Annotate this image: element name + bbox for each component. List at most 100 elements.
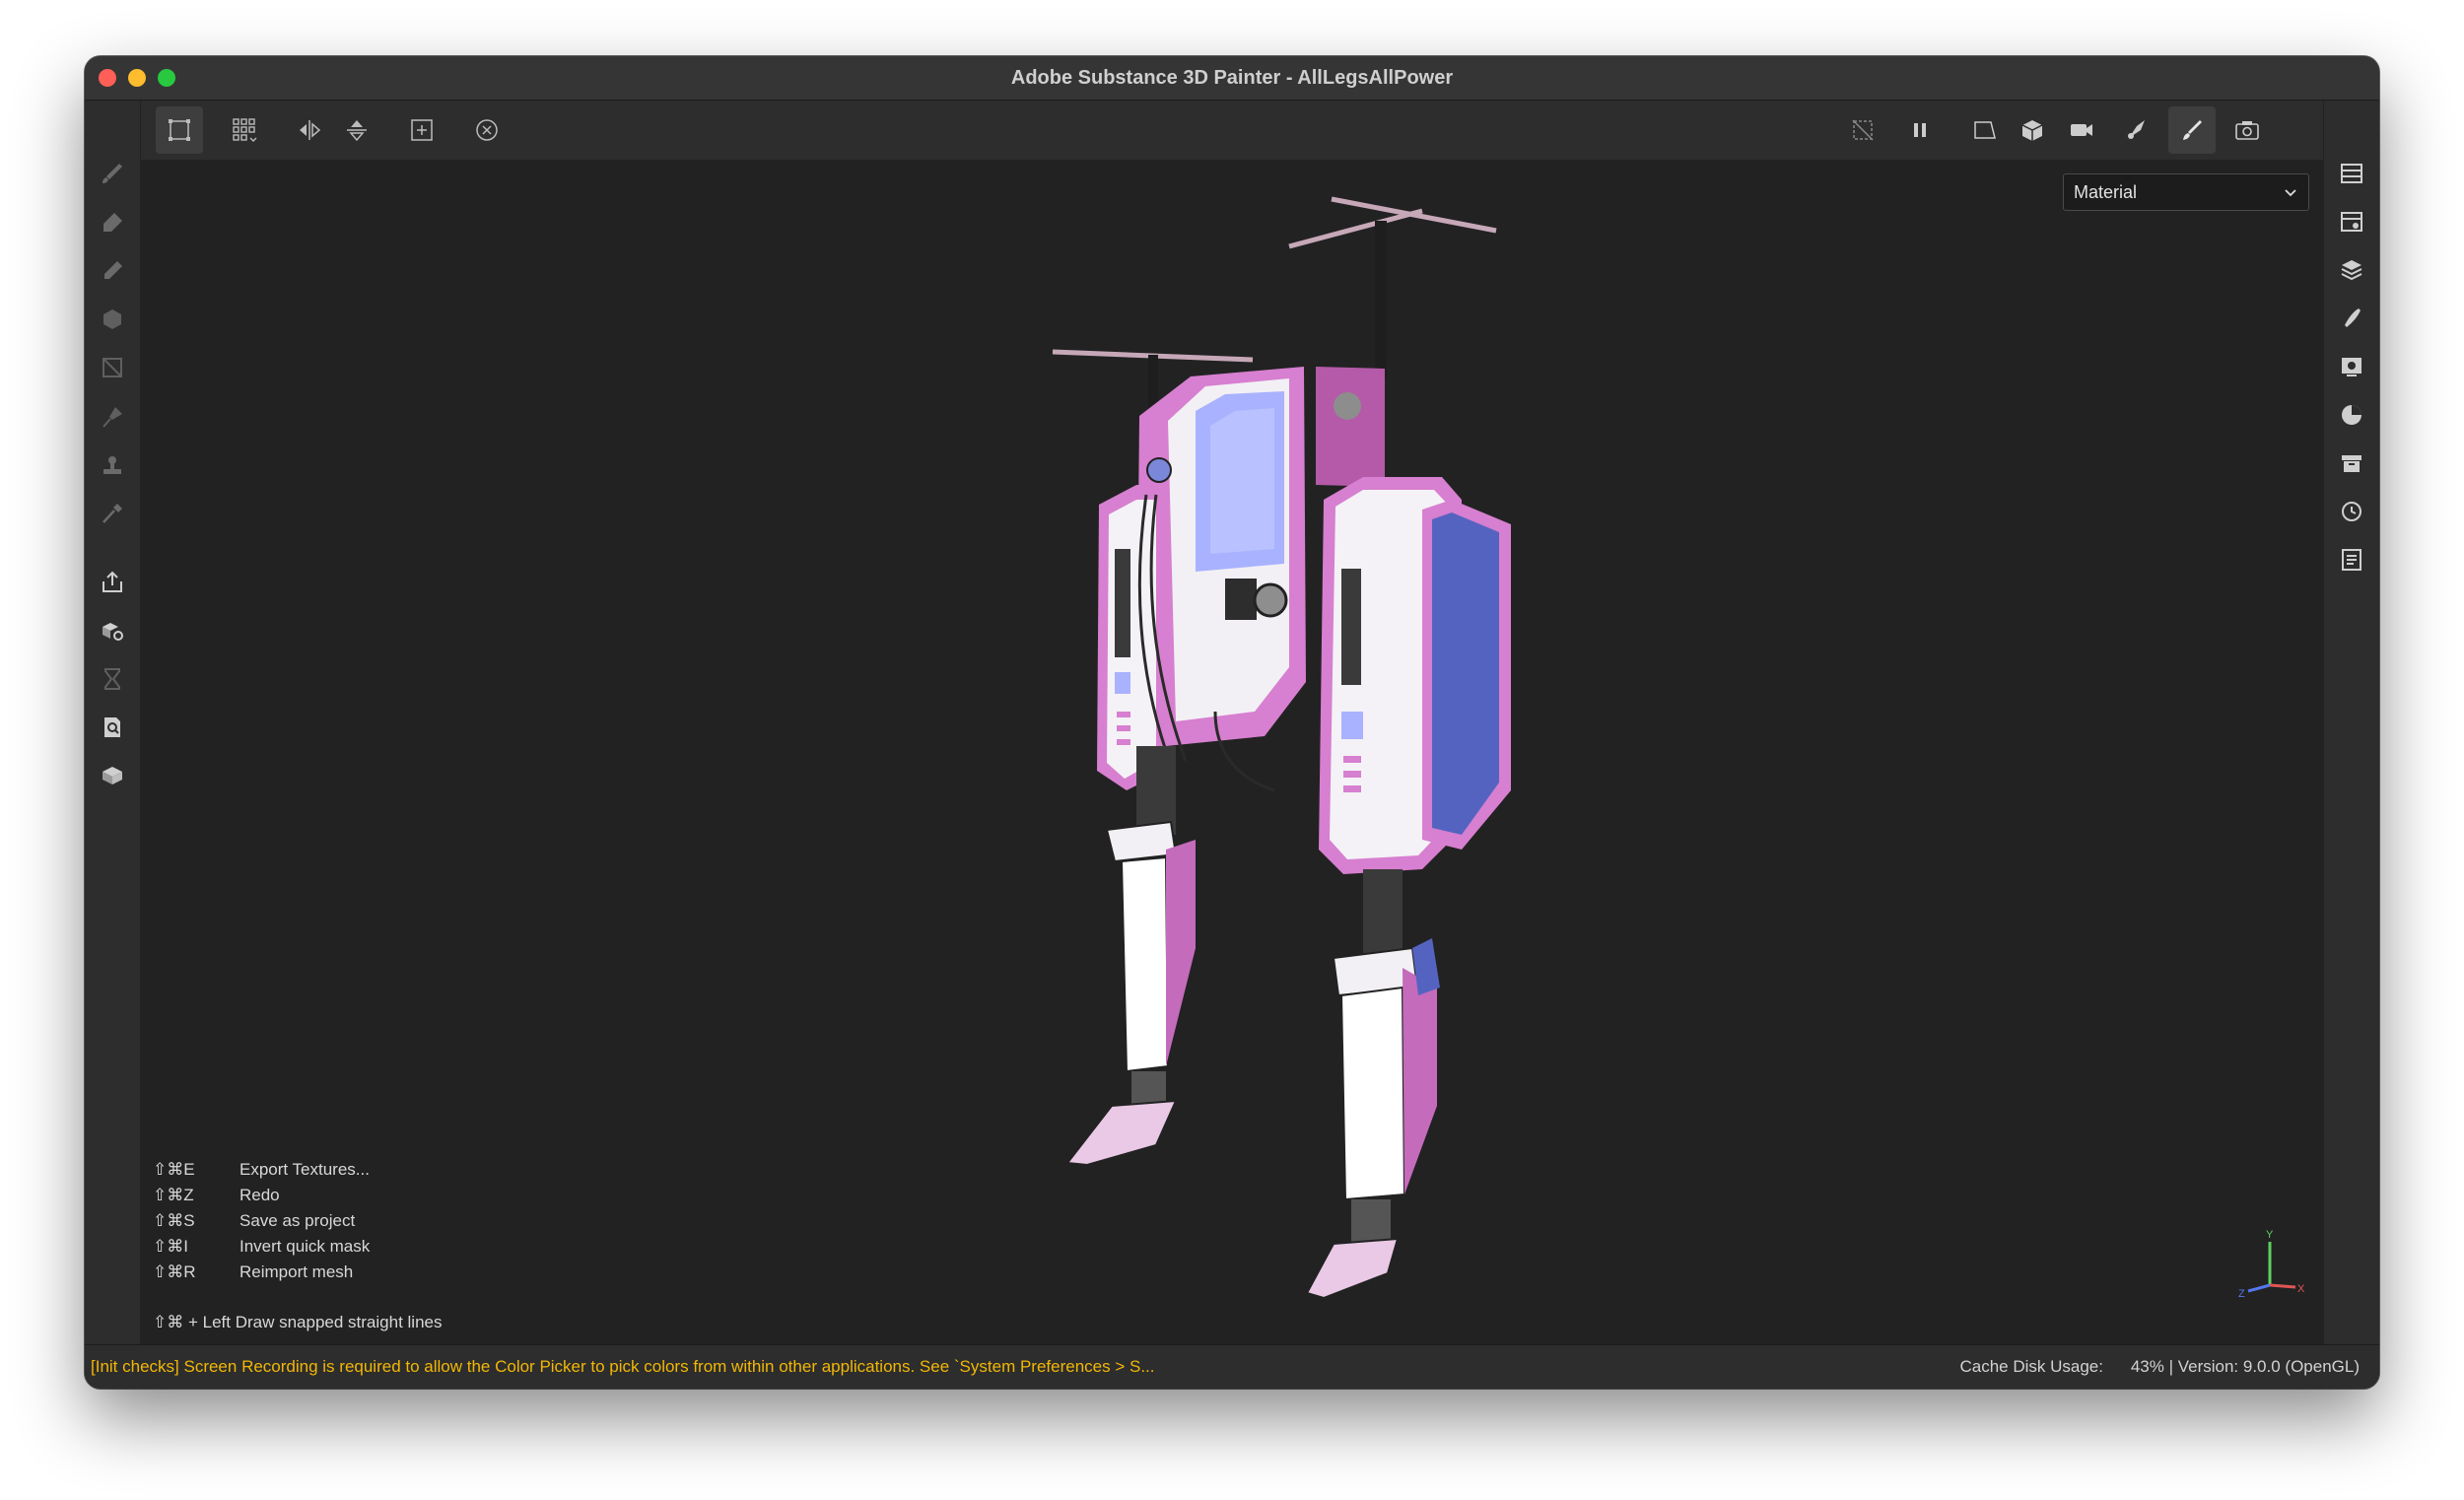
pause-icon	[1914, 123, 1926, 137]
grid-snap-icon	[233, 118, 257, 142]
symmetry-y-button[interactable]	[333, 106, 380, 154]
log-panel[interactable]	[2336, 544, 2367, 576]
hourglass-tool[interactable]	[97, 663, 128, 695]
properties-icon	[2345, 308, 2361, 327]
paint-tool[interactable]	[97, 158, 128, 189]
display-settings-panel[interactable]	[2336, 351, 2367, 382]
panels-sidebar	[2323, 101, 2379, 1345]
smudge-icon	[103, 407, 122, 428]
selection-mode-button[interactable]	[156, 106, 203, 154]
camera-button[interactable]	[2058, 106, 2105, 154]
texture-set-settings-icon	[2341, 212, 2362, 232]
symmetry-y-icon	[347, 120, 367, 142]
paint-mode-button[interactable]	[2168, 106, 2216, 154]
bake-tool[interactable]	[97, 615, 128, 647]
view-2d-button[interactable]	[1961, 106, 2009, 154]
uv-fill-icon	[103, 358, 122, 377]
window-title: Adobe Substance 3D Painter - AllLegsAllP…	[1010, 67, 1454, 89]
log-icon	[2342, 549, 2361, 571]
rotor-right	[1288, 196, 1497, 378]
material-box-tool[interactable]	[97, 760, 128, 791]
uv-fill-tool[interactable]	[97, 352, 128, 383]
axis-z-label: Z	[2238, 1288, 2245, 1300]
symmetry-x-button[interactable]	[286, 106, 333, 154]
polygon-fill-tool[interactable]	[97, 304, 128, 335]
title-bar: Adobe Substance 3D Painter - AllLegsAllP…	[85, 56, 2379, 101]
symmetry-x-icon	[300, 120, 321, 140]
texture-set-settings-panel[interactable]	[2336, 206, 2367, 238]
snap-lines-hint: ⇧⌘ + Left Draw snapped straight lines	[153, 1313, 443, 1331]
shader-settings-panel[interactable]	[2336, 399, 2367, 431]
eraser-tool[interactable]	[97, 207, 128, 239]
left-torso	[1097, 367, 1306, 792]
fit-viewport-button[interactable]	[398, 106, 445, 154]
tools-sidebar	[85, 101, 141, 1345]
color-picker-tool[interactable]	[97, 498, 128, 529]
bake-icon	[103, 623, 123, 641]
mech-legs-model	[1052, 196, 1511, 1300]
right-torso	[1319, 477, 1511, 874]
shortcut-key: ⇧⌘R	[153, 1262, 196, 1281]
screenshot-icon	[2235, 121, 2259, 140]
shortcut-label: Export Textures...	[240, 1160, 370, 1179]
view-2d-icon	[1974, 121, 1996, 139]
paint-brush-icon	[103, 164, 122, 183]
shortcut-key: ⇧⌘S	[153, 1211, 195, 1230]
left-leg	[1065, 746, 1196, 1167]
hourglass-icon	[104, 668, 120, 690]
chevron-down-icon	[2285, 189, 2296, 197]
screenshot-button[interactable]	[2224, 106, 2271, 154]
viewport-toolbar	[140, 101, 2324, 160]
axis-x-label: X	[2297, 1283, 2305, 1295]
view-3d-button[interactable]	[2009, 106, 2056, 154]
shader-settings-icon	[2342, 405, 2361, 425]
document-search-icon	[104, 717, 120, 737]
assets-panel[interactable]	[2336, 447, 2367, 479]
shortcut-key: ⇧⌘E	[153, 1160, 195, 1179]
document-search-tool[interactable]	[97, 712, 128, 743]
app-window: Adobe Substance 3D Painter - AllLegsAllP…	[85, 56, 2379, 1389]
rear-joint	[1334, 392, 1361, 420]
reset-camera-icon	[476, 119, 498, 141]
fit-viewport-icon	[411, 119, 433, 141]
camera-icon	[2071, 124, 2092, 136]
shortcut-label: Save as project	[240, 1211, 356, 1230]
right-leg	[1305, 869, 1440, 1300]
3d-viewport[interactable]: Material ⇧⌘E Export Textures... ⇧⌘Z Redo…	[141, 160, 2323, 1344]
texture-set-list-panel[interactable]	[2336, 158, 2367, 189]
shortcut-label: Reimport mesh	[240, 1262, 354, 1281]
export-tool[interactable]	[97, 567, 128, 598]
paint-brush-icon	[2183, 120, 2202, 140]
clone-stamp-tool[interactable]	[97, 449, 128, 481]
shortcut-label: Redo	[240, 1186, 280, 1204]
selection-mode-icon	[169, 119, 190, 141]
layers-icon	[2341, 260, 2362, 281]
material-box-icon	[103, 767, 122, 784]
projection-icon	[104, 261, 122, 279]
hide-geometry-icon	[1852, 119, 1874, 141]
display-mode-value: Material	[2074, 181, 2138, 202]
shortcut-key: ⇧⌘Z	[153, 1186, 194, 1204]
init-check-message[interactable]: [Init checks] Screen Recording is requir…	[91, 1345, 1155, 1389]
view-3d-icon	[2021, 120, 2043, 141]
smudge-tool[interactable]	[97, 401, 128, 433]
history-icon	[2342, 502, 2361, 521]
grid-snap-button[interactable]	[221, 106, 268, 154]
layers-panel[interactable]	[2336, 254, 2367, 286]
axis-gizmo: Y X Z	[2238, 1229, 2305, 1300]
cache-disk-usage-label: Cache Disk Usage:	[1959, 1357, 2103, 1376]
rear-plate	[1316, 367, 1385, 487]
properties-panel[interactable]	[2336, 303, 2367, 334]
polygon-fill-icon	[103, 309, 121, 329]
color-picker-icon	[103, 504, 122, 523]
history-panel[interactable]	[2336, 496, 2367, 527]
pause-button[interactable]	[1896, 106, 1944, 154]
reset-camera-button[interactable]	[463, 106, 511, 154]
projection-tool[interactable]	[97, 255, 128, 287]
clone-stamp-icon	[103, 456, 121, 474]
symmetry-brush-icon	[2128, 120, 2145, 139]
hide-geometry-button[interactable]	[1839, 106, 1886, 154]
assets-icon	[2342, 455, 2361, 472]
display-mode-dropdown[interactable]: Material	[2063, 173, 2309, 211]
symmetry-brush-button[interactable]	[2113, 106, 2160, 154]
